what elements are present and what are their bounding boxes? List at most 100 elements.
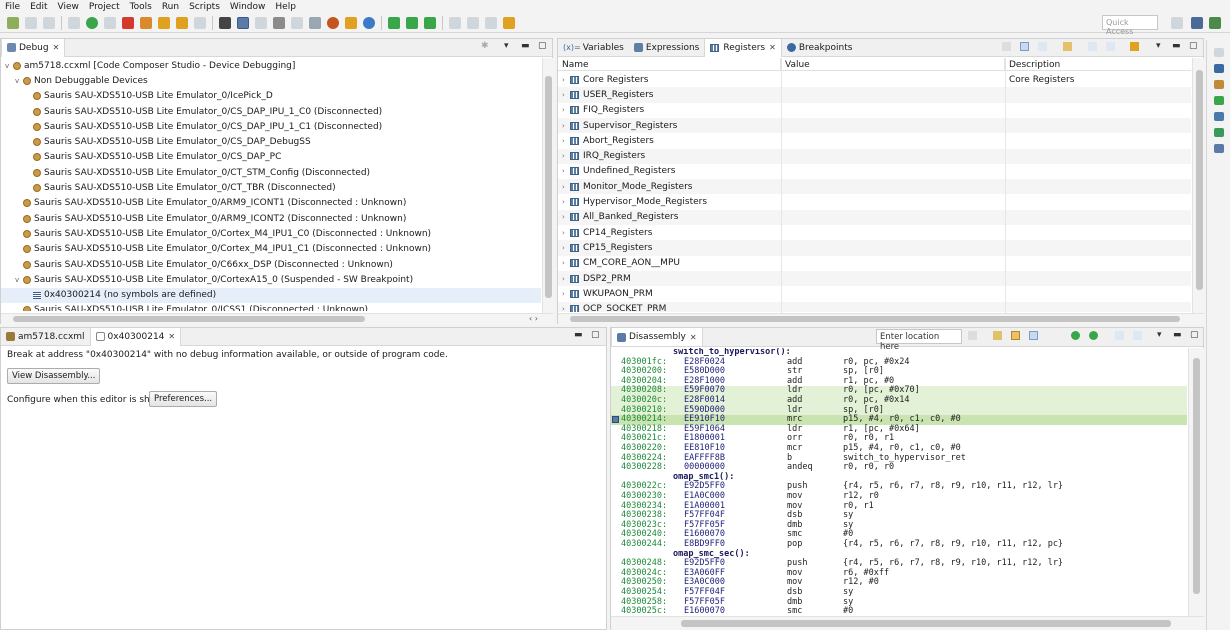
expand-toggle-icon[interactable]: › — [562, 244, 570, 252]
debug-tree-item[interactable]: Sauris SAU-XDS510-USB Lite Emulator_0/AR… — [1, 196, 541, 211]
debug-tree-item[interactable]: Sauris SAU-XDS510-USB Lite Emulator_0/Ic… — [1, 89, 541, 104]
menu-help[interactable]: Help — [270, 2, 301, 12]
registers-vscroll-thumb[interactable] — [1196, 70, 1203, 290]
register-group-row[interactable]: › FIQ_Registers — [558, 103, 1191, 118]
search-icon[interactable] — [485, 16, 497, 29]
run-config-icon[interactable] — [363, 16, 375, 29]
refresh-icon[interactable] — [1071, 331, 1080, 340]
debug-vscroll[interactable] — [542, 58, 553, 313]
expand-toggle-icon[interactable]: › — [562, 198, 570, 206]
outline-icon[interactable] — [1214, 64, 1224, 73]
close-icon[interactable]: ✕ — [690, 333, 697, 342]
pin-view-icon[interactable] — [1133, 331, 1142, 340]
expand-toggle-icon[interactable]: › — [562, 91, 570, 99]
step-icon[interactable] — [68, 16, 80, 29]
debug-tree-item[interactable]: Sauris SAU-XDS510-USB Lite Emulator_0/AR… — [1, 211, 541, 226]
disassembly-line[interactable]: 4030025c: E1600070 smc #0 — [611, 607, 1187, 616]
debug-hscroll-thumb[interactable] — [13, 316, 365, 322]
maximize-icon[interactable]: ▢ — [1190, 331, 1199, 340]
registers-hscroll[interactable] — [558, 313, 1204, 324]
debug-icon[interactable] — [327, 16, 339, 29]
register-group-row[interactable]: › CM_CORE_AON__MPU — [558, 256, 1191, 271]
column-name-header[interactable]: Name — [558, 58, 781, 70]
debug-tree-item[interactable]: Sauris SAU-XDS510-USB Lite Emulator_0/CS… — [1, 119, 541, 134]
menu-project[interactable]: Project — [84, 2, 125, 12]
go-icon[interactable] — [968, 331, 977, 340]
tab-debug[interactable]: Debug ✕ — [1, 38, 66, 57]
console-icon[interactable] — [1214, 96, 1224, 105]
tab-0x40300214[interactable]: 0x40300214 ✕ — [89, 327, 182, 346]
expand-toggle-icon[interactable]: › — [562, 76, 570, 84]
debug-tree-item[interactable]: Sauris SAU-XDS510-USB Lite Emulator_0/CS… — [1, 135, 541, 150]
expressions-view-icon[interactable] — [1214, 112, 1224, 121]
expand-toggle-icon[interactable]: v — [5, 62, 13, 70]
cce-edit-perspective-icon[interactable] — [1191, 17, 1203, 29]
debug-tree-item[interactable]: Sauris SAU-XDS510-USB Lite Emulator_0/C6… — [1, 257, 541, 272]
menu-scripts[interactable]: Scripts — [184, 2, 225, 12]
menu-run[interactable]: Run — [157, 2, 184, 12]
sync-icon[interactable] — [1089, 331, 1098, 340]
disconnect-icon[interactable] — [140, 16, 152, 29]
maximize-icon[interactable]: ▢ — [1189, 42, 1198, 51]
instruction-step-icon[interactable] — [237, 16, 249, 29]
home-icon[interactable] — [993, 331, 1002, 340]
disassembly-hscroll[interactable] — [611, 616, 1204, 630]
save-icon[interactable] — [25, 16, 37, 29]
debug-tree-item[interactable]: Sauris SAU-XDS510-USB Lite Emulator_0/Co… — [1, 242, 541, 257]
register-group-row[interactable]: › CP14_Registers — [558, 225, 1191, 240]
new-view-icon[interactable] — [1088, 42, 1097, 51]
memory-icon[interactable] — [273, 16, 285, 29]
debug-tree-item[interactable]: v am5718.ccxml [Code Composer Studio - De… — [1, 58, 541, 73]
register-group-row[interactable]: › Undefined_Registers — [558, 164, 1191, 179]
tab-expressions[interactable]: Expressions — [629, 39, 705, 57]
scroll-arrows-icon[interactable]: ‹ › — [529, 314, 538, 323]
debug-hscroll[interactable]: ‹ › — [1, 313, 553, 324]
progress-icon[interactable] — [1214, 144, 1224, 153]
debug-tree-item[interactable]: Sauris SAU-XDS510-USB Lite Emulator_0/CS… — [1, 150, 541, 165]
menu-window[interactable]: Window — [225, 2, 271, 12]
expand-toggle-icon[interactable]: › — [562, 152, 570, 160]
tab-am5718-ccxml[interactable]: am5718.ccxml — [1, 328, 90, 346]
view-menu-icon[interactable]: ▾ — [1157, 331, 1166, 340]
location-input[interactable]: Enter location here — [876, 329, 962, 352]
register-group-row[interactable]: › WKUPAON_PRM — [558, 286, 1191, 301]
register-group-row[interactable]: › Supervisor_Registers — [558, 117, 1191, 134]
layout-icon[interactable] — [1020, 42, 1029, 51]
tab-variables[interactable]: (x)= Variables — [558, 39, 629, 57]
register-group-row[interactable]: › DSP2_PRM — [558, 270, 1191, 287]
expand-toggle-icon[interactable]: › — [562, 290, 570, 298]
register-group-row[interactable]: › CP15_Registers — [558, 240, 1191, 256]
debug-tree-item[interactable]: Sauris SAU-XDS510-USB Lite Emulator_0/CT… — [1, 165, 541, 180]
view-menu-icon[interactable]: ▾ — [504, 42, 513, 51]
restart-icon[interactable] — [424, 16, 436, 29]
menu-view[interactable]: View — [53, 2, 84, 12]
debug-tree-item[interactable]: Sauris SAU-XDS510-USB Lite Emulator_0/IC… — [1, 303, 541, 311]
expand-toggle-icon[interactable]: › — [562, 275, 570, 283]
expand-toggle-icon[interactable]: › — [562, 167, 570, 175]
terminate-icon[interactable] — [122, 16, 134, 29]
column-value-header[interactable]: Value — [781, 58, 1005, 70]
maximize-icon[interactable]: ▢ — [591, 331, 600, 340]
register-group-row[interactable]: › OCP_SOCKET_PRM — [558, 301, 1191, 312]
close-icon[interactable]: ✕ — [769, 43, 776, 52]
maximize-icon[interactable]: ▢ — [538, 42, 547, 51]
expand-toggle-icon[interactable]: v — [15, 77, 23, 85]
resume-icon[interactable] — [86, 16, 98, 29]
expand-toggle-icon[interactable]: › — [562, 305, 570, 312]
step-return-icon[interactable] — [194, 16, 206, 29]
build-icon[interactable] — [345, 16, 357, 29]
menu-edit[interactable]: Edit — [25, 2, 52, 12]
memory-browser-icon[interactable] — [1214, 80, 1224, 89]
debug-tree-item[interactable]: Sauris SAU-XDS510-USB Lite Emulator_0/Co… — [1, 226, 541, 241]
menu-file[interactable]: File — [0, 2, 25, 12]
view-disassembly-button[interactable]: View Disassembly... — [7, 368, 101, 384]
window-icon[interactable] — [467, 16, 479, 29]
new-icon[interactable] — [7, 16, 19, 29]
save-all-icon[interactable] — [43, 16, 55, 29]
debug-tree-item[interactable]: 0x40300214 (no symbols are defined) — [1, 287, 541, 303]
register-group-row[interactable]: › Hypervisor_Mode_Registers — [558, 194, 1191, 209]
new-view-icon[interactable] — [1115, 331, 1124, 340]
link-icon[interactable] — [1011, 331, 1020, 340]
expand-toggle-icon[interactable]: › — [562, 106, 570, 114]
registers-hscroll-thumb[interactable] — [570, 316, 1180, 322]
